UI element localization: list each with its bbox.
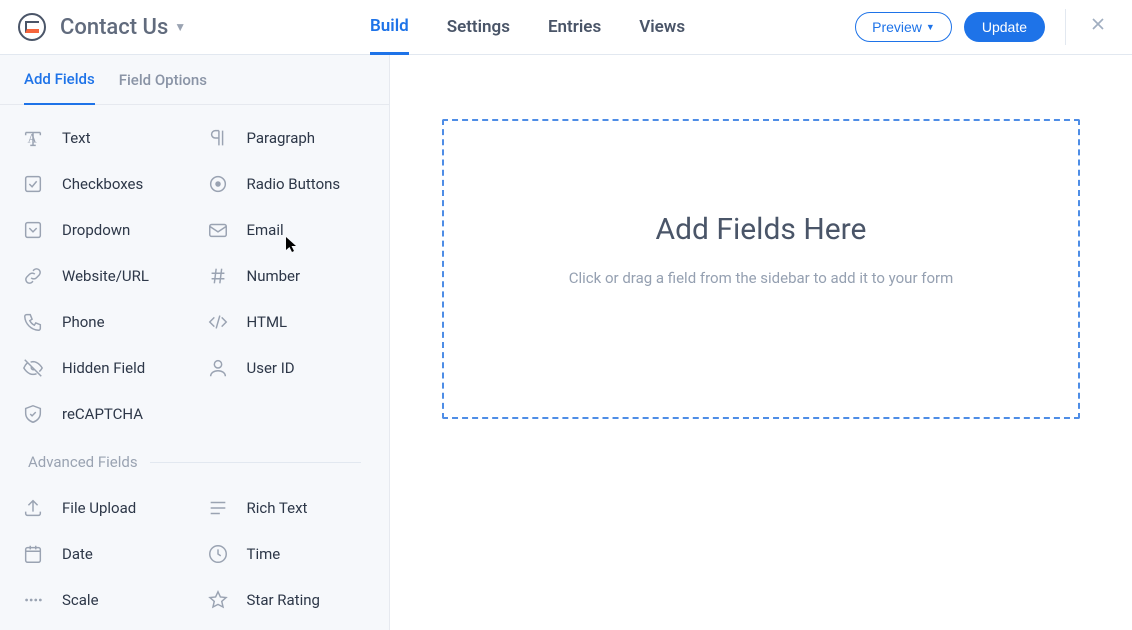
field-date[interactable]: Date: [10, 531, 195, 577]
header-actions: Preview ▼ Update: [855, 9, 1114, 45]
field-shield[interactable]: reCAPTCHA: [10, 391, 195, 437]
field-code[interactable]: HTML: [195, 299, 380, 345]
phone-icon: [22, 311, 44, 333]
code-icon: [207, 311, 229, 333]
field-hash[interactable]: Number: [195, 253, 380, 299]
dropzone-title: Add Fields Here: [656, 212, 867, 247]
sidebar-tabs: Add Fields Field Options: [0, 55, 389, 105]
field-label: File Upload: [62, 499, 136, 517]
field-label: Text: [62, 129, 91, 147]
main-nav: Build Settings Entries Views: [370, 0, 685, 54]
nav-views[interactable]: Views: [639, 0, 685, 54]
chevron-down-icon: ▼: [926, 22, 935, 32]
field-text[interactable]: A Text: [10, 115, 195, 161]
field-hidden[interactable]: Hidden Field: [10, 345, 195, 391]
field-label: Star Rating: [247, 591, 320, 609]
close-icon: [1088, 14, 1108, 34]
advanced-fields-grid: File Upload Rich Text Date Time Scale Star Ra…: [0, 475, 389, 629]
link-icon: [22, 265, 44, 287]
nav-build[interactable]: Build: [370, 1, 409, 55]
email-icon: [207, 219, 229, 241]
field-label: HTML: [247, 313, 288, 331]
field-label: Hidden Field: [62, 359, 145, 377]
field-time[interactable]: Time: [195, 531, 380, 577]
upload-icon: [22, 497, 44, 519]
richtext-icon: [207, 497, 229, 519]
user-icon: [207, 357, 229, 379]
scale-icon: [22, 589, 44, 611]
dropdown-icon: [22, 219, 44, 241]
svg-text:A: A: [28, 132, 38, 146]
nav-settings[interactable]: Settings: [447, 0, 510, 54]
text-icon: A: [22, 127, 44, 149]
field-label: Checkboxes: [62, 175, 143, 193]
field-checkbox[interactable]: Checkboxes: [10, 161, 195, 207]
field-label: Phone: [62, 313, 105, 331]
app-logo: [18, 13, 46, 41]
field-label: Number: [247, 267, 301, 285]
field-richtext[interactable]: Rich Text: [195, 485, 380, 531]
field-label: Radio Buttons: [247, 175, 341, 193]
paragraph-icon: [207, 127, 229, 149]
field-label: Rich Text: [247, 499, 308, 517]
field-label: Dropdown: [62, 221, 130, 239]
advanced-fields-header: Advanced Fields: [0, 443, 389, 475]
checkbox-icon: [22, 173, 44, 195]
field-star[interactable]: Star Rating: [195, 577, 380, 623]
tab-field-options[interactable]: Field Options: [119, 55, 207, 104]
hash-icon: [207, 265, 229, 287]
app-header: Contact Us ▼ Build Settings Entries View…: [0, 0, 1132, 55]
field-label: User ID: [247, 359, 295, 377]
field-radio[interactable]: Radio Buttons: [195, 161, 380, 207]
field-label: Paragraph: [247, 129, 316, 147]
field-label: Scale: [62, 591, 99, 609]
field-upload[interactable]: File Upload: [10, 485, 195, 531]
field-label: Date: [62, 545, 93, 563]
dropzone-subtitle: Click or drag a field from the sidebar t…: [569, 269, 954, 287]
chevron-down-icon: ▼: [174, 20, 186, 34]
field-label: Time: [247, 545, 281, 563]
basic-fields-grid: A Text Paragraph Checkboxes Radio Buttons Dro…: [0, 105, 389, 443]
close-button[interactable]: [1082, 10, 1114, 44]
field-user[interactable]: User ID: [195, 345, 380, 391]
field-dropdown[interactable]: Dropdown: [10, 207, 195, 253]
field-paragraph[interactable]: Paragraph: [195, 115, 380, 161]
main-area: Add Fields Field Options A Text Paragraph C…: [0, 55, 1132, 630]
field-email[interactable]: Email: [195, 207, 380, 253]
time-icon: [207, 543, 229, 565]
field-link[interactable]: Website/URL: [10, 253, 195, 299]
divider: [1065, 9, 1066, 45]
sidebar: Add Fields Field Options A Text Paragraph C…: [0, 55, 390, 630]
field-phone[interactable]: Phone: [10, 299, 195, 345]
preview-button[interactable]: Preview ▼: [855, 12, 952, 42]
form-title: Contact Us: [60, 15, 168, 40]
shield-icon: [22, 403, 44, 425]
nav-entries[interactable]: Entries: [548, 0, 601, 54]
field-label: Email: [247, 221, 284, 239]
form-title-dropdown[interactable]: Contact Us ▼: [60, 15, 186, 40]
field-label: Website/URL: [62, 267, 149, 285]
field-label: reCAPTCHA: [62, 405, 143, 423]
update-button[interactable]: Update: [964, 12, 1045, 42]
tab-add-fields[interactable]: Add Fields: [24, 56, 95, 105]
star-icon: [207, 589, 229, 611]
form-canvas: Add Fields Here Click or drag a field fr…: [390, 55, 1132, 630]
dropzone[interactable]: Add Fields Here Click or drag a field fr…: [442, 119, 1080, 419]
radio-icon: [207, 173, 229, 195]
field-scale[interactable]: Scale: [10, 577, 195, 623]
date-icon: [22, 543, 44, 565]
hidden-icon: [22, 357, 44, 379]
